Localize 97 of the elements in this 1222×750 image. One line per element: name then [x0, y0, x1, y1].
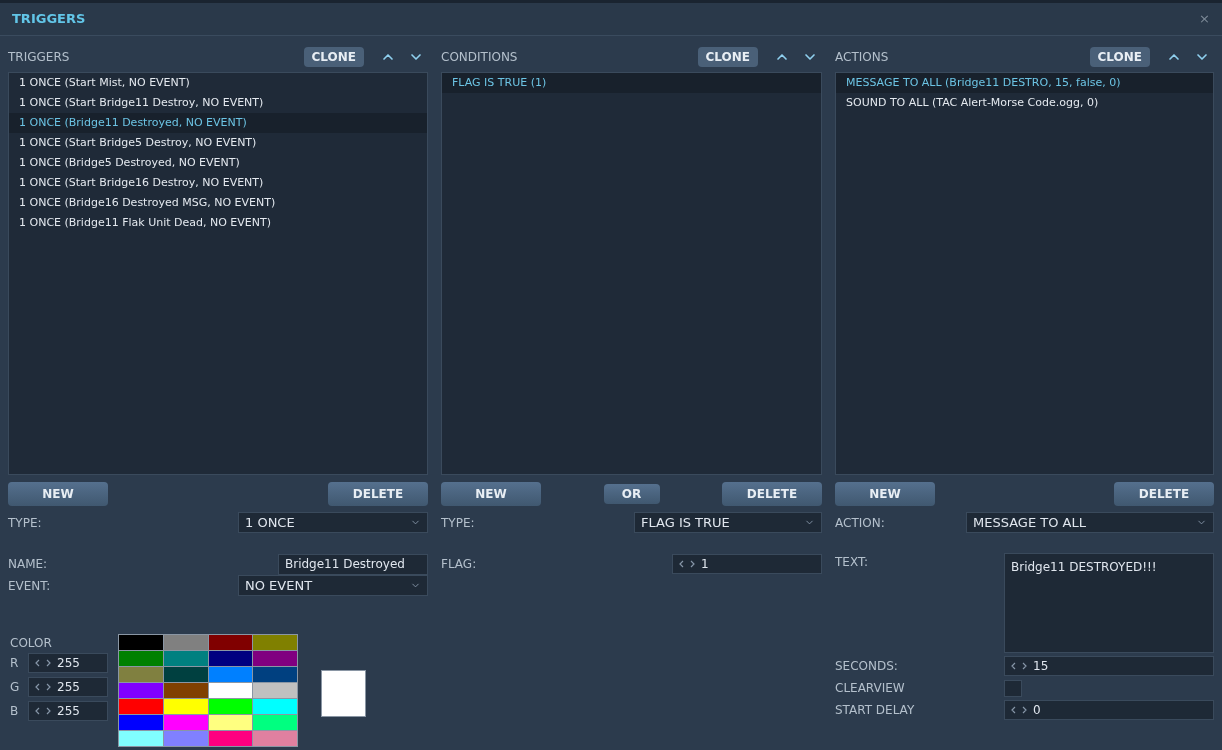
field-label: CLEARVIEW [835, 680, 905, 697]
spinner-arrows-icon [33, 658, 53, 668]
spinner-value: 1 [701, 556, 709, 573]
panel-title: TRIGGERS [8, 49, 71, 66]
color-swatch[interactable] [163, 715, 208, 730]
color-swatch[interactable] [253, 683, 297, 698]
field-label: FLAG: [441, 556, 477, 573]
dropdown-field[interactable]: FLAG IS TRUE [634, 512, 822, 533]
color-label: COLOR [10, 635, 53, 652]
spinner-field[interactable]: 255 [28, 701, 108, 721]
spinner-field[interactable]: 15 [1004, 656, 1214, 676]
color-swatch[interactable] [119, 683, 163, 698]
list-item[interactable]: 1 ONCE (Bridge11 Flak Unit Dead, NO EVENT) [9, 213, 427, 233]
dropdown-value: NO EVENT [245, 576, 313, 595]
list-item[interactable]: 1 ONCE (Bridge11 Destroyed, NO EVENT) [9, 113, 427, 133]
color-swatch[interactable] [163, 683, 208, 698]
color-swatch[interactable] [163, 699, 208, 714]
color-preview [321, 670, 366, 717]
list-item[interactable]: FLAG IS TRUE (1) [442, 73, 821, 93]
action-button[interactable]: DELETE [1114, 482, 1214, 506]
checkbox[interactable] [1004, 679, 1022, 697]
list-item[interactable]: 1 ONCE (Start Bridge5 Destroy, NO EVENT) [9, 133, 427, 153]
action-button[interactable]: NEW [835, 482, 935, 506]
spinner-field[interactable]: 255 [28, 653, 108, 673]
list-item[interactable]: MESSAGE TO ALL (Bridge11 DESTRO, 15, false, 0) [836, 73, 1213, 93]
spinner-field[interactable]: 1 [672, 554, 822, 574]
panel-title: ACTIONS [835, 49, 890, 66]
color-swatch[interactable] [119, 667, 163, 682]
dropdown-value: MESSAGE TO ALL [973, 513, 1086, 532]
dropdown-field[interactable]: NO EVENT [238, 575, 428, 596]
spinner-arrows-icon [1009, 705, 1029, 715]
clone-button[interactable]: CLONE [1089, 47, 1150, 67]
channel-label: R [10, 655, 20, 672]
color-swatch[interactable] [253, 731, 297, 746]
color-swatch[interactable] [253, 715, 297, 730]
field-label: START DELAY [835, 702, 915, 719]
action-button[interactable]: DELETE [722, 482, 822, 506]
field-label: NAME: [8, 556, 48, 573]
color-swatch[interactable] [119, 651, 163, 666]
text-area[interactable]: Bridge11 DESTROYED!!! [1004, 553, 1214, 653]
spinner-arrows-icon [677, 559, 697, 569]
dropdown-value: 1 ONCE [245, 513, 295, 532]
clone-button[interactable]: CLONE [303, 47, 364, 67]
spinner-value: 255 [57, 703, 80, 720]
color-swatch[interactable] [253, 699, 297, 714]
clone-button[interactable]: CLONE [697, 47, 758, 67]
spinner-arrows-icon [1009, 661, 1029, 671]
input-field[interactable]: Bridge11 Destroyed [278, 553, 428, 575]
field-label: TYPE: [8, 514, 42, 532]
color-swatch[interactable] [253, 667, 297, 682]
color-swatch[interactable] [253, 651, 297, 666]
list-item[interactable]: 1 ONCE (Start Mist, NO EVENT) [9, 73, 427, 93]
field-label: ACTION: [835, 514, 885, 532]
color-swatch[interactable] [208, 715, 253, 730]
color-swatch[interactable] [208, 667, 253, 682]
spinner-value: 0 [1033, 702, 1041, 719]
field-label: TEXT: [835, 554, 868, 571]
field-label: TYPE: [441, 514, 475, 532]
list-item[interactable]: SOUND TO ALL (TAC Alert-Morse Code.ogg, 0) [836, 93, 1213, 113]
action-button[interactable]: NEW [441, 482, 541, 506]
spinner-value: 255 [57, 679, 80, 696]
list-item[interactable]: 1 ONCE (Start Bridge16 Destroy, NO EVENT) [9, 173, 427, 193]
spinner-field[interactable]: 0 [1004, 700, 1214, 720]
dropdown-value: FLAG IS TRUE [641, 513, 730, 532]
dropdown-field[interactable]: MESSAGE TO ALL [966, 512, 1214, 533]
color-swatch[interactable] [119, 699, 163, 714]
color-swatch[interactable] [163, 667, 208, 682]
color-swatch[interactable] [119, 731, 163, 746]
action-button[interactable]: OR [603, 484, 660, 504]
color-swatch[interactable] [163, 651, 208, 666]
spinner-arrows-icon [33, 682, 53, 692]
spinner-value: 255 [57, 655, 80, 672]
color-swatch[interactable] [208, 731, 253, 746]
panel-title: CONDITIONS [441, 49, 519, 66]
window-title: TRIGGERS [12, 10, 86, 29]
color-swatch[interactable] [208, 683, 253, 698]
color-swatch[interactable] [119, 715, 163, 730]
spinner-arrows-icon [33, 706, 53, 716]
action-button[interactable]: DELETE [328, 482, 428, 506]
list-item[interactable]: 1 ONCE (Bridge5 Destroyed, NO EVENT) [9, 153, 427, 173]
color-swatch[interactable] [119, 635, 163, 650]
color-swatch[interactable] [163, 635, 208, 650]
channel-label: G [10, 679, 20, 696]
color-swatch[interactable] [253, 635, 297, 650]
color-swatch[interactable] [208, 635, 253, 650]
color-swatch[interactable] [163, 731, 208, 746]
color-swatch[interactable] [208, 651, 253, 666]
list-item[interactable]: 1 ONCE (Bridge16 Destroyed MSG, NO EVENT) [9, 193, 427, 213]
action-button[interactable]: NEW [8, 482, 108, 506]
dropdown-field[interactable]: 1 ONCE [238, 512, 428, 533]
channel-label: B [10, 703, 20, 720]
color-swatch[interactable] [208, 699, 253, 714]
spinner-value: 15 [1033, 658, 1049, 675]
field-label: SECONDS: [835, 658, 898, 675]
spinner-field[interactable]: 255 [28, 677, 108, 697]
field-label: EVENT: [8, 577, 51, 595]
list-item[interactable]: 1 ONCE (Start Bridge11 Destroy, NO EVENT) [9, 93, 427, 113]
